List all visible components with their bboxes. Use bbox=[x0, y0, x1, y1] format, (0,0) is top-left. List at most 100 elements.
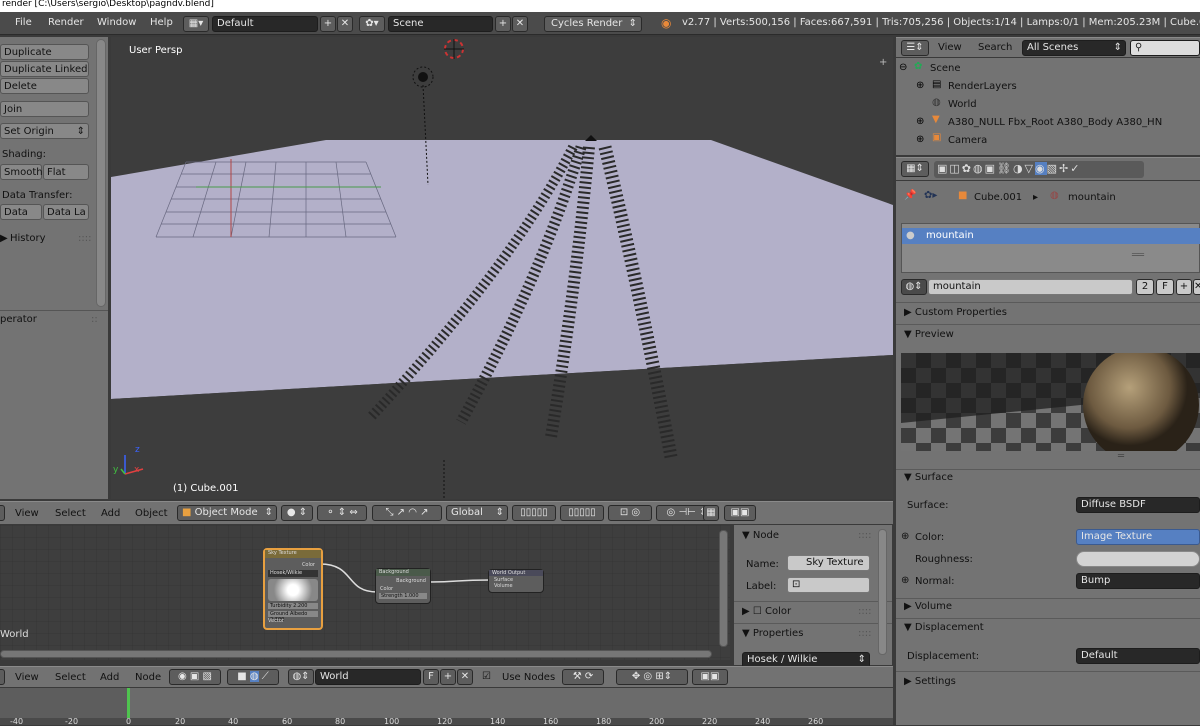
expand-icon[interactable]: ⊕ bbox=[916, 80, 924, 91]
context-tabs[interactable]: ▣◫✿◍▣⛓◑▽◉▧✢✓ bbox=[934, 161, 1144, 178]
outliner-filter-select[interactable]: All Scenes ⇕ bbox=[1022, 40, 1126, 56]
manipulator-buttons[interactable]: ⤡ ↗ ◠ ↗ bbox=[372, 505, 442, 521]
use-nodes-checkbox[interactable]: ☑ bbox=[482, 671, 491, 682]
surface-shader-field[interactable]: Diffuse BSDF bbox=[1076, 497, 1200, 513]
layout-icon[interactable]: ▦▾ bbox=[183, 16, 209, 32]
scene-field[interactable]: Scene bbox=[388, 16, 493, 32]
volume-panel[interactable]: ▶ Volume bbox=[904, 601, 952, 612]
outliner-editor-type-icon[interactable]: ☰⇕ bbox=[901, 40, 929, 56]
expand-properties-icon[interactable]: + bbox=[879, 57, 887, 68]
lamp-object[interactable] bbox=[418, 72, 428, 82]
material-users-count[interactable]: 2 bbox=[1136, 279, 1154, 295]
displacement-field[interactable]: Default bbox=[1076, 648, 1200, 664]
node-name-field[interactable]: Sky Texture bbox=[787, 555, 870, 571]
expand-icon[interactable]: ⊕ bbox=[916, 134, 924, 145]
fake-user-button[interactable]: F bbox=[1156, 279, 1174, 295]
normal-socket-icon[interactable]: ⊕ bbox=[901, 575, 909, 586]
menu-window[interactable]: Window bbox=[97, 17, 136, 28]
outliner-view-menu[interactable]: View bbox=[938, 42, 962, 53]
normal-input-field[interactable]: Bump bbox=[1076, 573, 1200, 589]
shader-source-buttons[interactable]: ■ ◍ ⟋ bbox=[227, 669, 279, 685]
history-panel-header[interactable]: History bbox=[10, 233, 46, 244]
shading-select[interactable]: ● ⇕ bbox=[281, 505, 313, 521]
surface-panel[interactable]: ▼ Surface bbox=[904, 472, 953, 483]
tool-shelf-scrollbar[interactable] bbox=[96, 39, 106, 307]
collapse-icon[interactable]: ⊖ bbox=[899, 62, 907, 73]
sky-texture-node[interactable]: Sky Texture Color Hosek/Wilkie Turbidity… bbox=[263, 548, 323, 630]
snap-buttons[interactable]: ✥ ◎ ⊞⇕ bbox=[616, 669, 688, 685]
select-menu[interactable]: Select bbox=[55, 508, 86, 519]
menu-help[interactable]: Help bbox=[150, 17, 173, 28]
delete-button[interactable]: Delete bbox=[0, 78, 89, 94]
add-layout-icon[interactable]: + bbox=[320, 16, 336, 32]
duplicate-button[interactable]: Duplicate bbox=[0, 44, 89, 60]
node-add-menu[interactable]: Add bbox=[100, 672, 119, 683]
outliner-search-input[interactable]: ⚲ bbox=[1130, 40, 1200, 56]
world-output-node[interactable]: World Output Surface Volume bbox=[488, 569, 544, 593]
material-slot-selected[interactable]: ● mountain bbox=[902, 228, 1200, 244]
flat-button[interactable]: Flat bbox=[43, 164, 89, 180]
node-view-menu[interactable]: View bbox=[15, 672, 39, 683]
data-layout-button[interactable]: Data La bbox=[43, 204, 89, 220]
orientation-select[interactable]: Global ⇕ bbox=[446, 505, 508, 521]
node-color-panel[interactable]: ▶ ☐ Color bbox=[742, 606, 791, 617]
displacement-panel[interactable]: ▼ Displacement bbox=[904, 622, 984, 633]
custom-properties-panel[interactable]: ▶ Custom Properties bbox=[904, 307, 1007, 318]
set-origin-select[interactable]: Set Origin ⇕ bbox=[0, 123, 89, 139]
sky-node-albedo[interactable]: Ground Albedo 0.300 bbox=[268, 611, 318, 623]
drag-handle-icon[interactable]: :::: bbox=[78, 233, 91, 244]
history-expand-icon[interactable]: ▶ bbox=[0, 233, 8, 244]
outliner-item-world[interactable]: World bbox=[948, 99, 977, 110]
world-browse-icon[interactable]: ◍⇕ bbox=[288, 669, 314, 685]
world-name-field[interactable]: World bbox=[315, 669, 421, 685]
drag-handle-icon[interactable]: :::: bbox=[858, 530, 871, 541]
add-menu[interactable]: Add bbox=[101, 508, 120, 519]
preview-panel[interactable]: ▼ Preview bbox=[904, 329, 954, 340]
data-button[interactable]: Data bbox=[0, 204, 42, 220]
3d-viewport[interactable]: User Persp (1) Cube.001 z x y + bbox=[111, 37, 893, 499]
node-node-menu[interactable]: Node bbox=[135, 672, 161, 683]
new-material-icon[interactable]: + bbox=[1176, 279, 1192, 295]
drag-handle-icon[interactable]: :: bbox=[91, 314, 98, 325]
render-engine-select[interactable]: Cycles Render ⇕ bbox=[544, 16, 642, 32]
new-world-icon[interactable]: + bbox=[440, 669, 456, 685]
menu-render[interactable]: Render bbox=[48, 17, 84, 28]
background-node[interactable]: Background Background Color Strength 1.0… bbox=[375, 568, 431, 604]
pivot-select[interactable]: ⚬ ⇕ ⇔ bbox=[317, 505, 367, 521]
unlink-material-icon[interactable]: ✕ bbox=[1193, 279, 1200, 295]
material-slot-list[interactable]: ● mountain ══ bbox=[901, 223, 1200, 273]
node-editor-canvas[interactable]: Sky Texture Color Hosek/Wilkie Turbidity… bbox=[0, 525, 730, 660]
smooth-button[interactable]: Smooth bbox=[0, 164, 43, 180]
render-opengl-buttons[interactable]: ▣▣ bbox=[724, 505, 756, 521]
menu-file[interactable]: File bbox=[15, 17, 32, 28]
current-frame-marker[interactable] bbox=[127, 688, 130, 720]
node-panel-header[interactable]: ▼ Node bbox=[742, 530, 779, 541]
pin-icon[interactable]: 📌 bbox=[904, 190, 916, 201]
remove-scene-icon[interactable]: ✕ bbox=[512, 16, 528, 32]
timeline[interactable]: -40 -20 0 20 40 60 80 100 120 140 160 18… bbox=[0, 688, 893, 726]
color-input-field[interactable]: Image Texture bbox=[1076, 529, 1200, 545]
list-resize-handle[interactable]: ══ bbox=[1132, 250, 1144, 261]
outliner-search-menu[interactable]: Search bbox=[978, 42, 1012, 53]
color-socket-icon[interactable]: ⊕ bbox=[901, 531, 909, 542]
editor-type-icon[interactable] bbox=[0, 505, 5, 521]
sky-node-model[interactable]: Hosek/Wilkie bbox=[268, 570, 318, 577]
join-button[interactable]: Join bbox=[0, 101, 89, 117]
layers-grid-2[interactable]: ▯▯▯▯▯ bbox=[560, 505, 604, 521]
snap-icon[interactable]: ▦ bbox=[703, 505, 719, 521]
camera-object[interactable] bbox=[585, 135, 597, 141]
node-select-menu[interactable]: Select bbox=[55, 672, 86, 683]
layers-grid-1[interactable]: ▯▯▯▯▯ bbox=[512, 505, 556, 521]
bg-node-strength[interactable]: Strength 1.000 bbox=[379, 593, 427, 599]
preview-resize-handle[interactable]: ═ bbox=[1118, 451, 1124, 462]
settings-panel[interactable]: ▶ Settings bbox=[904, 676, 956, 687]
backdrop-buttons[interactable]: ⚒ ⟳ bbox=[562, 669, 604, 685]
drag-handle-icon[interactable]: :::: bbox=[858, 628, 871, 639]
node-panel-scrollbar[interactable] bbox=[878, 529, 887, 655]
outliner-item-a380[interactable]: A380_NULL Fbx_Root A380_Body A380_HN bbox=[948, 117, 1162, 128]
add-scene-icon[interactable]: + bbox=[495, 16, 511, 32]
drag-handle-icon[interactable]: :::: bbox=[858, 606, 871, 617]
expand-icon[interactable]: ⊕ bbox=[916, 116, 924, 127]
unlink-world-icon[interactable]: ✕ bbox=[457, 669, 473, 685]
outliner-item-camera[interactable]: Camera bbox=[948, 135, 987, 146]
